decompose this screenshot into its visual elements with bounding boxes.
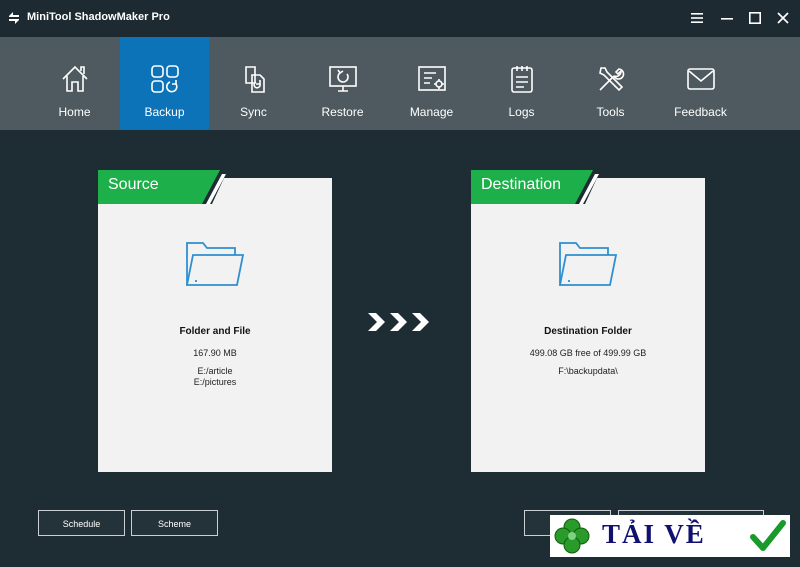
main-nav: Home Backup Sync Restore Manage Logs Too… [0,37,800,130]
nav-label: Restore [321,105,364,119]
folder-icon [558,239,618,289]
source-card[interactable]: Source Folder and File 167.90 MB E:/arti… [98,170,332,472]
source-size: 167.90 MB [193,348,237,358]
checkmark-icon [750,520,786,551]
nav-backup[interactable]: Backup [120,37,209,130]
maximize-icon[interactable] [746,9,764,27]
manage-icon [416,63,448,95]
minimize-icon[interactable] [718,9,736,27]
source-header: Source [98,170,332,204]
source-path: E:/article [197,366,233,376]
source-name: Folder and File [179,326,251,337]
nav-manage[interactable]: Manage [387,37,476,130]
app-logo-icon [6,10,22,26]
destination-free: 499.08 GB free of 499.99 GB [529,348,647,358]
nav-restore[interactable]: Restore [298,37,387,130]
backup-panel: Source Folder and File 167.90 MB E:/arti… [0,130,800,567]
source-path: E:/pictures [193,377,237,387]
home-icon [59,63,91,95]
nav-label: Sync [240,105,267,119]
schedule-button[interactable]: Schedule [38,510,125,536]
logs-icon [506,63,538,95]
feedback-icon [685,63,717,95]
source-title: Source [108,176,159,193]
scheme-button[interactable]: Scheme [131,510,218,536]
folder-icon [185,239,245,289]
backup-icon [149,63,181,95]
nav-label: Backup [144,105,185,119]
nav-logs[interactable]: Logs [477,37,566,130]
destination-path: F:\backupdata\ [558,366,618,376]
destination-card[interactable]: Destination Destination Folder 499.08 GB… [471,170,705,472]
watermark: TẢI VỀ [550,515,790,557]
nav-home[interactable]: Home [30,37,119,130]
nav-label: Manage [409,105,454,119]
nav-feedback[interactable]: Feedback [656,37,745,130]
close-icon[interactable] [774,9,792,27]
nav-label: Feedback [674,105,727,119]
direction-arrows-icon [368,311,434,333]
restore-icon [327,63,359,95]
tools-icon [595,63,627,95]
app-title: MiniTool ShadowMaker Pro [27,11,170,23]
nav-label: Home [58,105,91,119]
nav-label: Tools [596,105,625,119]
sync-icon [238,63,270,95]
destination-header: Destination [471,170,705,204]
clover-icon [554,518,590,554]
destination-name: Destination Folder [544,326,632,337]
menu-icon[interactable] [688,9,706,27]
nav-sync[interactable]: Sync [209,37,298,130]
nav-tools[interactable]: Tools [566,37,655,130]
nav-label: Logs [508,105,535,119]
watermark-text: TẢI VỀ [602,519,706,549]
title-bar: MiniTool ShadowMaker Pro [0,0,800,37]
destination-title: Destination [481,176,562,193]
